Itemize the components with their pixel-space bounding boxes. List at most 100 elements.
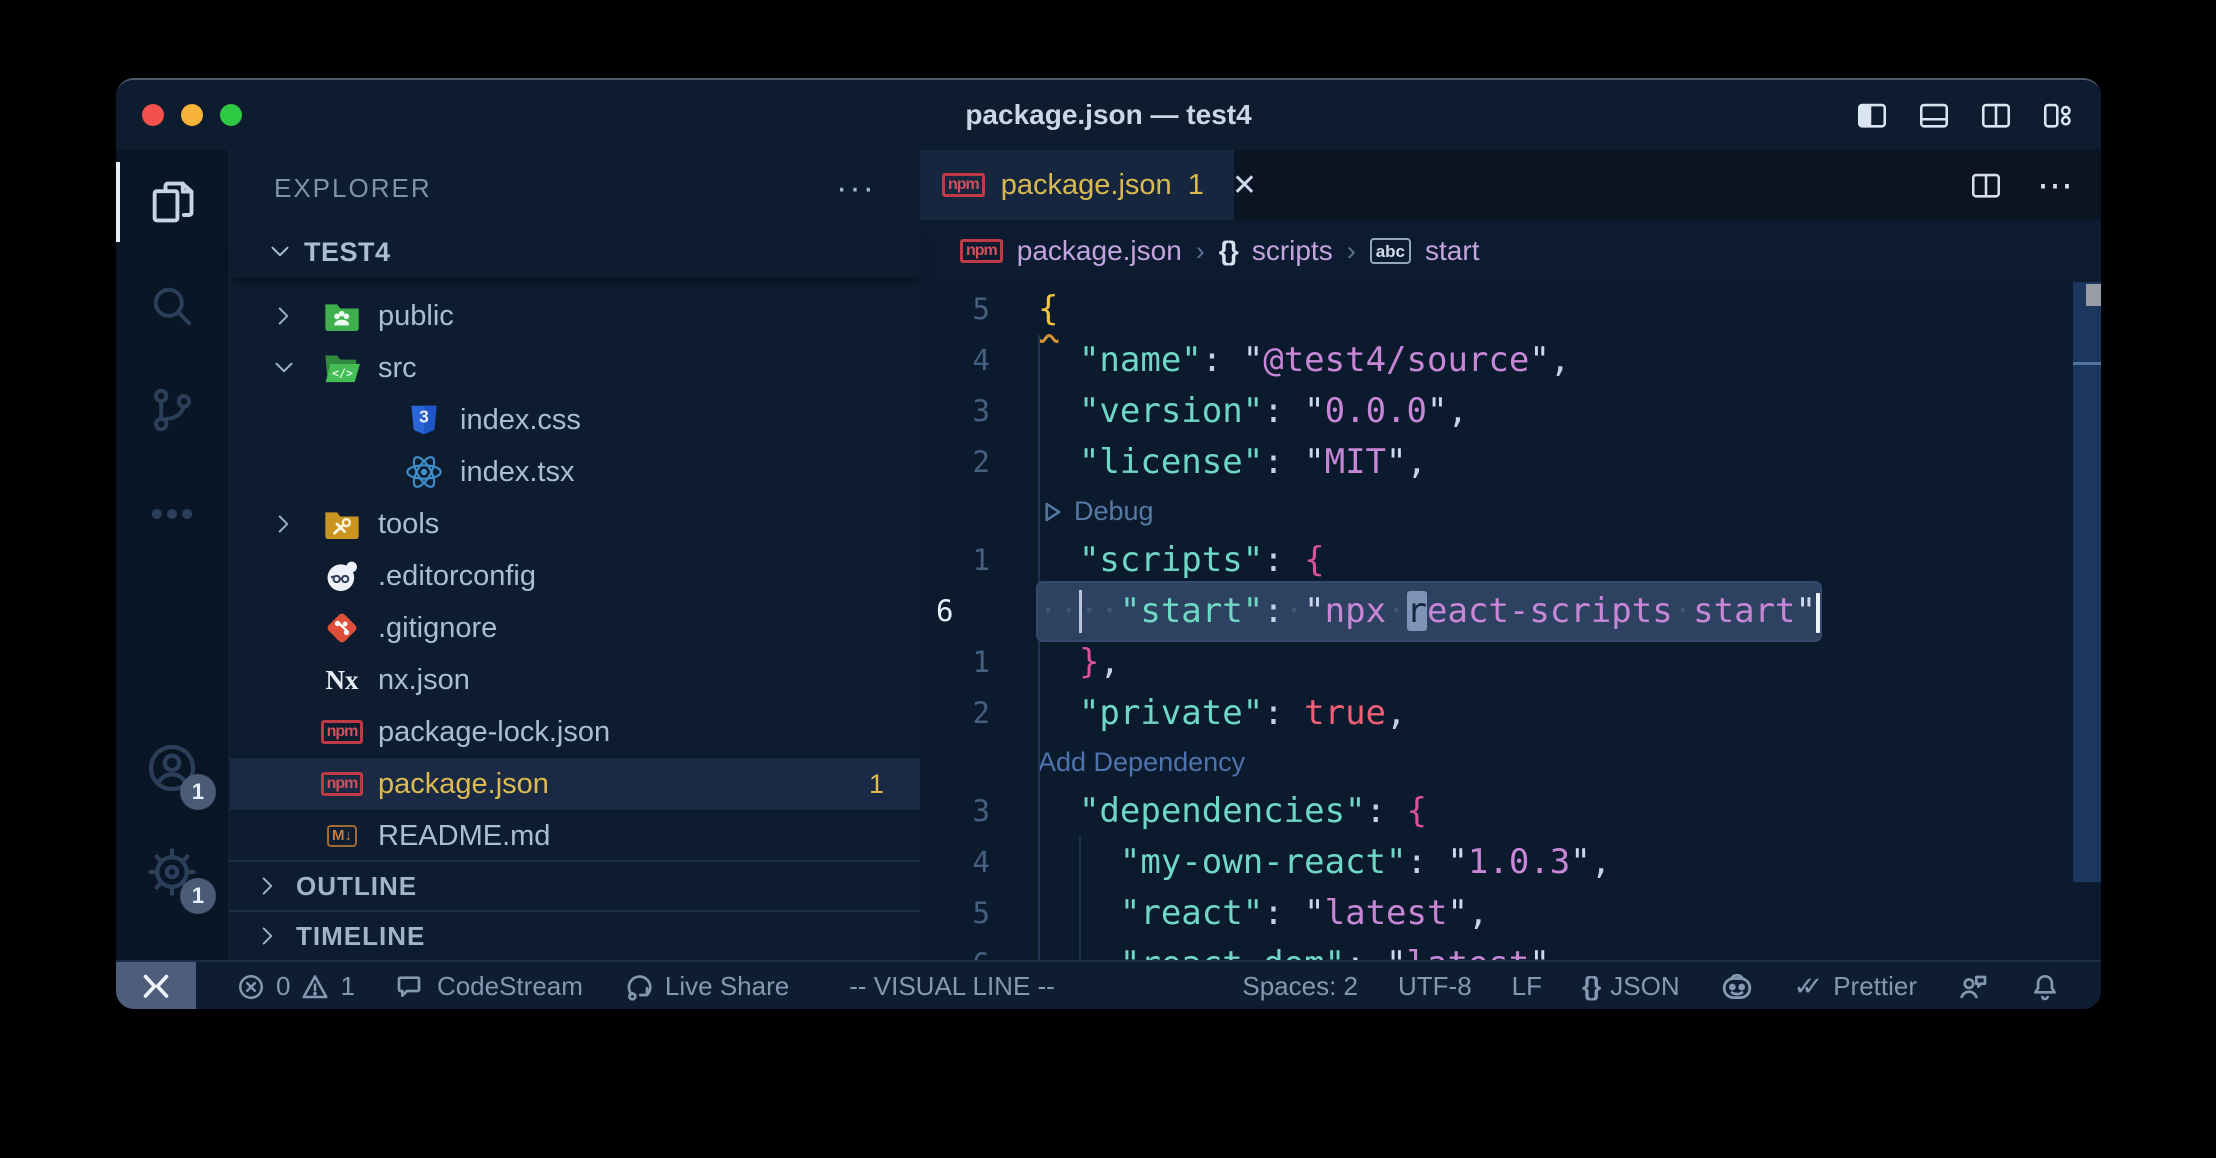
explorer-actions-icon[interactable]: ··· (836, 169, 876, 208)
indentation-status[interactable]: Spaces: 2 (1242, 971, 1358, 1002)
line-number[interactable]: 6 (920, 939, 1012, 960)
line-number[interactable]: 3 (920, 786, 1012, 837)
status-bar: 0 1 CodeStream Live Share -- VISUAL LINE… (116, 960, 2101, 1009)
code-line-11[interactable]: 3 "dependencies": { (920, 786, 2101, 837)
scrollbar-thumb[interactable] (2073, 282, 2101, 882)
tab-package-json[interactable]: npm package.json 1 ✕ (920, 150, 1234, 220)
settings-button[interactable]: 1 (116, 820, 228, 924)
timeline-section[interactable]: TIMELINE (230, 910, 920, 960)
line-number[interactable]: 5 (920, 284, 1012, 335)
close-window-button[interactable] (142, 104, 164, 126)
indent-guide (1038, 488, 1040, 535)
sidebar-item-more[interactable] (116, 462, 228, 566)
code-line-3[interactable]: 3 "version": "0.0.0", (920, 386, 2101, 437)
code-line-12[interactable]: 4 "my-own-react": "1.0.3", (920, 837, 2101, 888)
file-label: index.css (460, 404, 581, 437)
line-number[interactable]: 2 (920, 688, 1012, 739)
language-status[interactable]: {} JSON (1582, 971, 1680, 1002)
copilot-status[interactable] (1720, 970, 1754, 1004)
activity-bar-bottom: 1 1 (116, 716, 228, 960)
toggle-sidebar-icon[interactable] (1855, 98, 1889, 132)
root-folder-label: TEST4 (304, 237, 391, 268)
outline-section[interactable]: OUTLINE (230, 860, 920, 910)
more-views-icon (146, 488, 198, 540)
tree-item-index-tsx[interactable]: index.tsx (230, 446, 920, 498)
code-line-6[interactable]: 1 "scripts": { (920, 535, 2101, 586)
react-icon (404, 452, 444, 492)
more-actions-icon[interactable]: ⋯ (2037, 164, 2073, 206)
tree-item-package-lock-json[interactable]: npmpackage-lock.json (230, 706, 920, 758)
section-label: OUTLINE (296, 871, 417, 902)
tab-bar: npm package.json 1 ✕ ⋯ (920, 150, 2101, 220)
git-icon (322, 608, 362, 648)
block-cursor: r (1407, 591, 1427, 631)
code-line-content: "name": "@test4/source", (1038, 335, 1570, 386)
tree-root-test4[interactable]: TEST4 (230, 226, 920, 278)
overview-ruler-mark (2086, 284, 2101, 306)
tree-item-nx-json[interactable]: Nxnx.json (230, 654, 920, 706)
code-line-13[interactable]: 5 "react": "latest", (920, 888, 2101, 939)
encoding-status[interactable]: UTF-8 (1398, 971, 1472, 1002)
split-editor-icon[interactable] (1969, 168, 2003, 202)
tree-item-src[interactable]: </>src (230, 342, 920, 394)
code-line-9[interactable]: 2 "private": true, (920, 688, 2101, 739)
tree-item--editorconfig[interactable]: .editorconfig (230, 550, 920, 602)
code-editor[interactable]: 5{4 "name": "@test4/source",3 "version":… (920, 282, 2101, 960)
code-line-content: "private": true, (1038, 688, 1407, 739)
line-number[interactable]: 1 (920, 535, 1012, 586)
sidebar-item-explorer[interactable] (116, 150, 228, 254)
tree-item-index-css[interactable]: 3index.css (230, 394, 920, 446)
indent-guide (1079, 590, 1082, 633)
vim-mode-indicator[interactable]: -- VISUAL LINE -- (849, 971, 1055, 1002)
breadcrumb-leaf[interactable]: start (1425, 235, 1479, 267)
zoom-window-button[interactable] (220, 104, 242, 126)
file-label: src (378, 352, 417, 385)
line-number[interactable]: 4 (920, 335, 1012, 386)
remote-indicator[interactable] (116, 962, 196, 1009)
line-number[interactable]: 1 (920, 637, 1012, 688)
code-line-7[interactable]: 6····"start":·"npx·react-scripts·start" (920, 586, 2101, 637)
sidebar-item-source-control[interactable] (116, 358, 228, 462)
toggle-secondary-sidebar-icon[interactable] (1979, 98, 2013, 132)
breadcrumb-file[interactable]: package.json (1017, 235, 1182, 267)
accounts-button[interactable]: 1 (116, 716, 228, 820)
toggle-panel-icon[interactable] (1917, 98, 1951, 132)
minimize-window-button[interactable] (181, 104, 203, 126)
customize-layout-icon[interactable] (2041, 98, 2075, 132)
line-number[interactable]: 6 (920, 586, 1012, 637)
warning-icon (300, 972, 330, 1002)
line-number[interactable]: 3 (920, 386, 1012, 437)
file-label: package-lock.json (378, 716, 610, 749)
code-line-4[interactable]: 2 "license": "MIT", (920, 437, 2101, 488)
indent-guide (1038, 739, 1040, 786)
eol-status[interactable]: LF (1512, 971, 1542, 1002)
tree-item-public[interactable]: public (230, 290, 920, 342)
code-line-1[interactable]: 5{ (920, 284, 2101, 335)
code-line-14[interactable]: 6 "react-dom": "latest", (920, 939, 2101, 960)
indent-guide (1038, 637, 1040, 688)
close-icon[interactable]: ✕ (1232, 168, 1257, 203)
live-share-status[interactable]: Live Share (623, 971, 789, 1003)
tree-item-tools[interactable]: tools (230, 498, 920, 550)
settings-badge: 1 (180, 878, 216, 914)
tree-item-readme-md[interactable]: M↓README.md (230, 810, 920, 860)
line-number[interactable]: 2 (920, 437, 1012, 488)
feedback-button[interactable] (1957, 971, 1989, 1003)
breadcrumb-symbol[interactable]: scripts (1252, 235, 1333, 267)
editor-scrollbar[interactable] (2073, 282, 2101, 960)
codelens-action[interactable]: Add Dependency (1038, 739, 1245, 786)
code-line-2[interactable]: 4 "name": "@test4/source", (920, 335, 2101, 386)
line-number[interactable]: 5 (920, 888, 1012, 939)
codelens-action[interactable]: Debug (1038, 488, 1154, 535)
copilot-icon (1720, 970, 1754, 1004)
layout-controls (1855, 80, 2075, 150)
code-line-8[interactable]: 1 }, (920, 637, 2101, 688)
formatter-status[interactable]: ✓✓ Prettier (1794, 971, 1917, 1002)
notifications-button[interactable] (2029, 971, 2061, 1003)
sidebar-item-search[interactable] (116, 254, 228, 358)
codestream-status[interactable]: CodeStream (395, 971, 583, 1003)
line-number[interactable]: 4 (920, 837, 1012, 888)
tree-item--gitignore[interactable]: .gitignore (230, 602, 920, 654)
problems-status[interactable]: 0 1 (236, 971, 355, 1002)
tree-item-package-json[interactable]: npmpackage.json1 (230, 758, 920, 810)
